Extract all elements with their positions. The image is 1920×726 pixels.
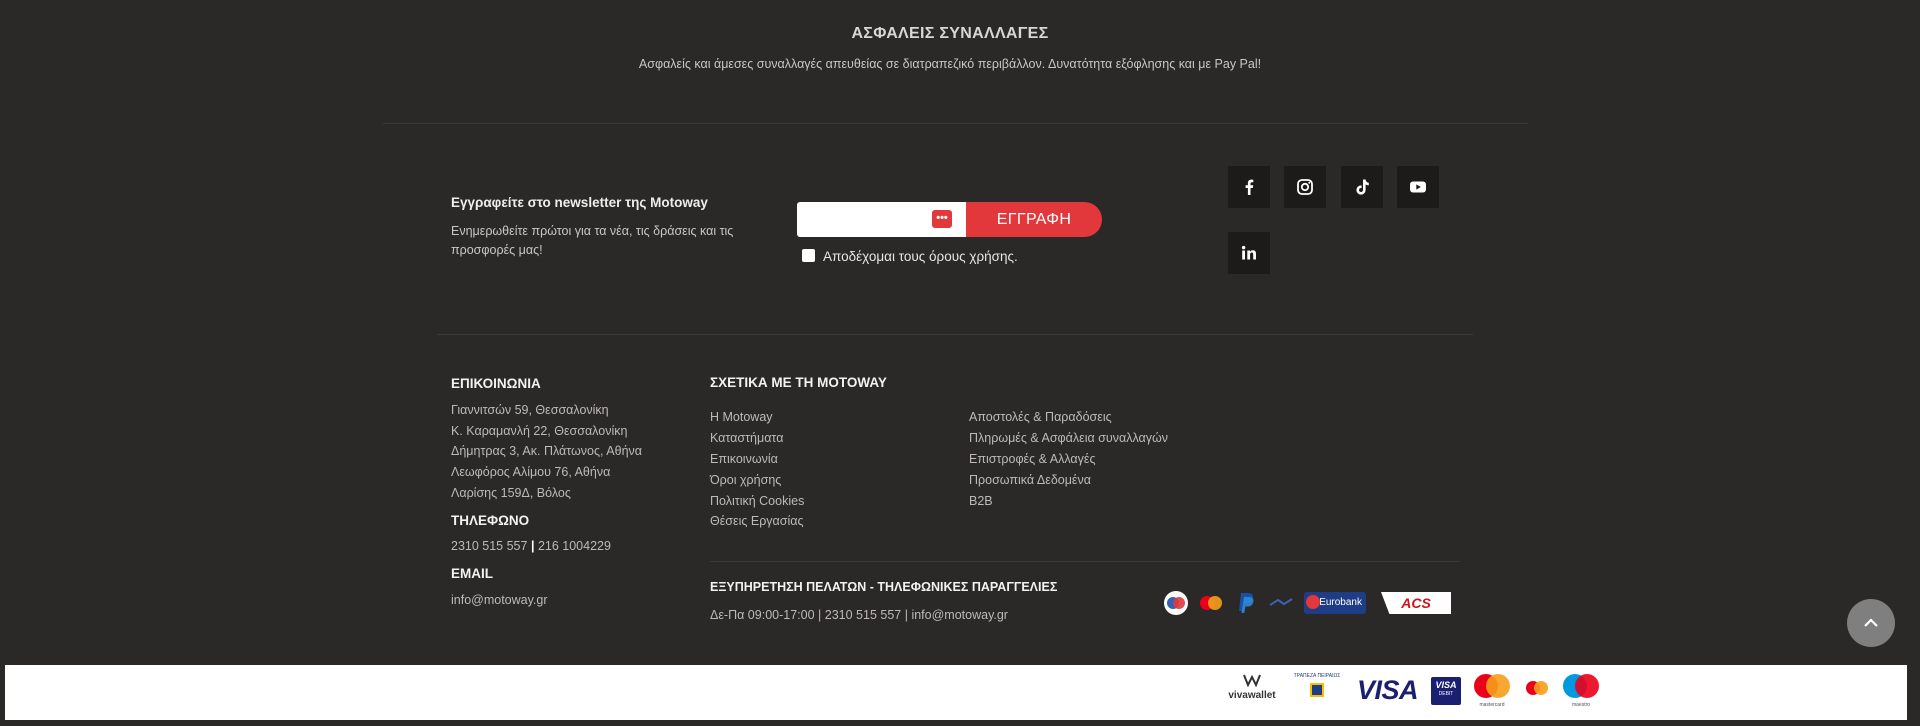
service-separator: | [904, 608, 908, 622]
visa-logo: VISA [1357, 675, 1419, 705]
youtube-button[interactable] [1397, 166, 1439, 208]
service-title: ΕΞΥΠΗΡΕΤΗΣΗ ΠΕΛΑΤΩΝ - ΤΗΛΕΦΩΝΙΚΕΣ ΠΑΡΑΓΓ… [710, 580, 1058, 594]
mastercard-small-logo [1524, 679, 1550, 702]
secure-transactions-title: ΑΣΦΑΛΕΙΣ ΣΥΝΑΛΛΑΓΕΣ [851, 25, 1049, 42]
contact-title: ΕΠΙΚΟΙΝΩΝΙΑ [451, 376, 541, 391]
terms-checkbox-label[interactable]: Αποδέχομαι τους όρους χρήσης. [823, 249, 1018, 264]
about-link[interactable]: Πληρωμές & Ασφάλεια συναλλαγών [969, 431, 1168, 445]
phone-row: 2310 515 557 | 216 1004229 [451, 539, 611, 553]
service-info: Δε-Πα 09:00-17:00 | 2310 515 557 | info@… [710, 608, 1008, 622]
maestro-icon [1563, 674, 1599, 698]
phone-title: ΤΗΛΕΦΩΝΟ [451, 513, 530, 528]
eurobank-logo: Eurobank [1304, 592, 1366, 614]
about-link[interactable]: Αποστολές & Παραδόσεις [969, 410, 1112, 424]
phone-link-1[interactable]: 2310 515 557 [451, 539, 527, 553]
phone-separator: | [530, 539, 535, 553]
visa-debit-sub: DEBIT [1438, 691, 1454, 697]
visa-debit-logo: VISA DEBIT [1431, 677, 1461, 705]
mastercard-icon [1474, 674, 1510, 698]
mastercard-small-icon [1526, 681, 1548, 695]
password-manager-icon[interactable]: ••• [932, 210, 952, 228]
payment-logos-row: Eurobank ACS [1160, 588, 1460, 618]
store-address: Δήμητρας 3, Ακ. Πλάτωνος, Αθήνα [451, 444, 643, 458]
store-address: Γιαννιτσών 59, Θεσσαλονίκη [451, 403, 609, 417]
about-link[interactable]: Πολιτική Cookies [710, 494, 804, 508]
service-separator: | [818, 608, 822, 622]
service-phone-link[interactable]: 2310 515 557 [825, 608, 901, 622]
email-link[interactable]: info@motoway.gr [451, 593, 548, 607]
chevron-up-icon [1864, 618, 1878, 627]
scroll-to-top-button[interactable] [1847, 599, 1895, 647]
tiktok-icon [1356, 179, 1369, 195]
acs-label: ACS [1401, 595, 1431, 611]
vivawallet-logo: vivawallet [1225, 673, 1279, 701]
vivawallet-label: vivawallet [1228, 690, 1276, 701]
card-logo-icon [1269, 598, 1293, 606]
divider-service [710, 561, 1460, 562]
mastercard-small-icon [1200, 596, 1222, 610]
service-hours: Δε-Πα 09:00-17:00 [710, 608, 815, 622]
newsletter-text: Ενημερωθείτε πρώτοι για τα νέα, τις δράσ… [451, 224, 734, 257]
divider-top [383, 123, 1528, 124]
about-link[interactable]: Καταστήματα [710, 431, 783, 445]
about-link[interactable]: Η Motoway [710, 410, 773, 424]
secure-transactions-text: Ασφαλείς και άμεσες συναλλαγές απευθείας… [638, 57, 1262, 71]
about-title: ΣΧΕΤΙΚΑ ΜΕ ΤΗ MOTOWAY [710, 375, 887, 390]
piraeus-logo: ΤΡΑΠΕΖΑ ΠΕΙΡΑΙΩΣ [1291, 673, 1343, 697]
newsletter-title: Εγγραφείτε στο newsletter της Motoway [451, 195, 708, 210]
mastercard-label: mastercard [1479, 702, 1505, 708]
acs-logo: ACS [1381, 592, 1451, 614]
payment-logos-bar: vivawallet ΤΡΑΠΕΖΑ ΠΕΙΡΑΙΩΣ VISA VISA DE… [5, 665, 1907, 720]
youtube-icon [1410, 181, 1426, 193]
divider-middle [437, 334, 1473, 335]
phone-link-2[interactable]: 216 1004229 [538, 539, 611, 553]
maestro-logo: maestro [1560, 673, 1602, 708]
store-address: Κ. Καραμανλή 22, Θεσσαλονίκη [451, 424, 628, 438]
maestro-label: maestro [1571, 702, 1591, 708]
maestro-round-icon [1164, 591, 1188, 615]
instagram-button[interactable] [1284, 166, 1326, 208]
about-link[interactable]: Επιστροφές & Αλλαγές [969, 452, 1095, 466]
tiktok-button[interactable] [1341, 166, 1383, 208]
newsletter-subscribe-button[interactable]: ΕΓΓΡΑΦΗ [966, 202, 1102, 237]
email-title: EMAIL [451, 566, 493, 581]
about-link[interactable]: B2B [969, 494, 993, 508]
store-address: Λεωφόρος Αλίμου 76, Αθήνα [451, 465, 611, 479]
facebook-button[interactable] [1228, 166, 1270, 208]
service-email-link[interactable]: info@motoway.gr [911, 608, 1008, 622]
visa-debit-label: VISA [1435, 680, 1457, 690]
vivawallet-icon [1243, 674, 1261, 688]
about-link[interactable]: Προσωπικά Δεδομένα [969, 473, 1091, 487]
facebook-icon [1245, 179, 1254, 195]
linkedin-icon [1241, 245, 1256, 260]
about-link[interactable]: Επικοινωνία [710, 452, 778, 466]
about-link[interactable]: Θέσεις Εργασίας [710, 514, 804, 528]
about-link[interactable]: Όροι χρήσης [710, 473, 781, 487]
instagram-icon [1297, 179, 1313, 195]
piraeus-label: ΤΡΑΠΕΖΑ ΠΕΙΡΑΙΩΣ [1293, 673, 1341, 679]
eurobank-label: Eurobank [1319, 597, 1362, 608]
mastercard-logo: mastercard [1471, 673, 1513, 708]
paypal-icon [1239, 593, 1254, 613]
linkedin-button[interactable] [1228, 232, 1270, 274]
store-address: Λαρίσης 159Δ, Βόλος [451, 486, 571, 500]
terms-checkbox[interactable] [802, 249, 815, 262]
